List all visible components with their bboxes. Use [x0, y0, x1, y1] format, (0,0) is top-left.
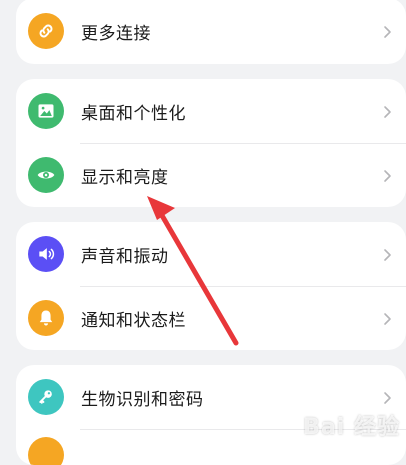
- key-icon: [28, 379, 64, 415]
- settings-item-sound-vibration[interactable]: 声音和振动: [16, 222, 406, 286]
- settings-card-personalization: 桌面和个性化 显示和亮度: [16, 79, 406, 207]
- settings-item-label: 更多连接: [81, 23, 151, 44]
- settings-item-notifications-statusbar[interactable]: 通知和状态栏: [16, 286, 406, 350]
- eye-icon: [28, 157, 64, 193]
- settings-item-desktop-personalization[interactable]: 桌面和个性化: [16, 79, 406, 143]
- chevron-right-icon: [380, 390, 394, 404]
- settings-item-label: 桌面和个性化: [81, 103, 186, 124]
- chevron-right-icon: [380, 168, 394, 182]
- partial-icon: [28, 437, 64, 465]
- settings-item-display-brightness[interactable]: 显示和亮度: [16, 143, 406, 207]
- settings-card-sound-notifications: 声音和振动 通知和状态栏: [16, 222, 406, 350]
- chevron-right-icon: [380, 311, 394, 325]
- settings-item-label: 生物识别和密码: [81, 389, 204, 410]
- settings-item-label: 显示和亮度: [81, 167, 169, 188]
- settings-card-connections: 更多连接: [16, 0, 406, 64]
- wallpaper-icon: [28, 93, 64, 129]
- chevron-right-icon: [380, 104, 394, 118]
- settings-item-label: 通知和状态栏: [81, 310, 186, 331]
- speaker-icon: [28, 236, 64, 272]
- settings-item-more-connections[interactable]: 更多连接: [16, 0, 406, 64]
- link-icon: [28, 13, 64, 49]
- bell-icon: [28, 300, 64, 336]
- chevron-right-icon: [380, 247, 394, 261]
- chevron-right-icon: [380, 24, 394, 38]
- settings-item-label: 声音和振动: [81, 246, 169, 267]
- watermark: Bai 经验: [303, 415, 400, 440]
